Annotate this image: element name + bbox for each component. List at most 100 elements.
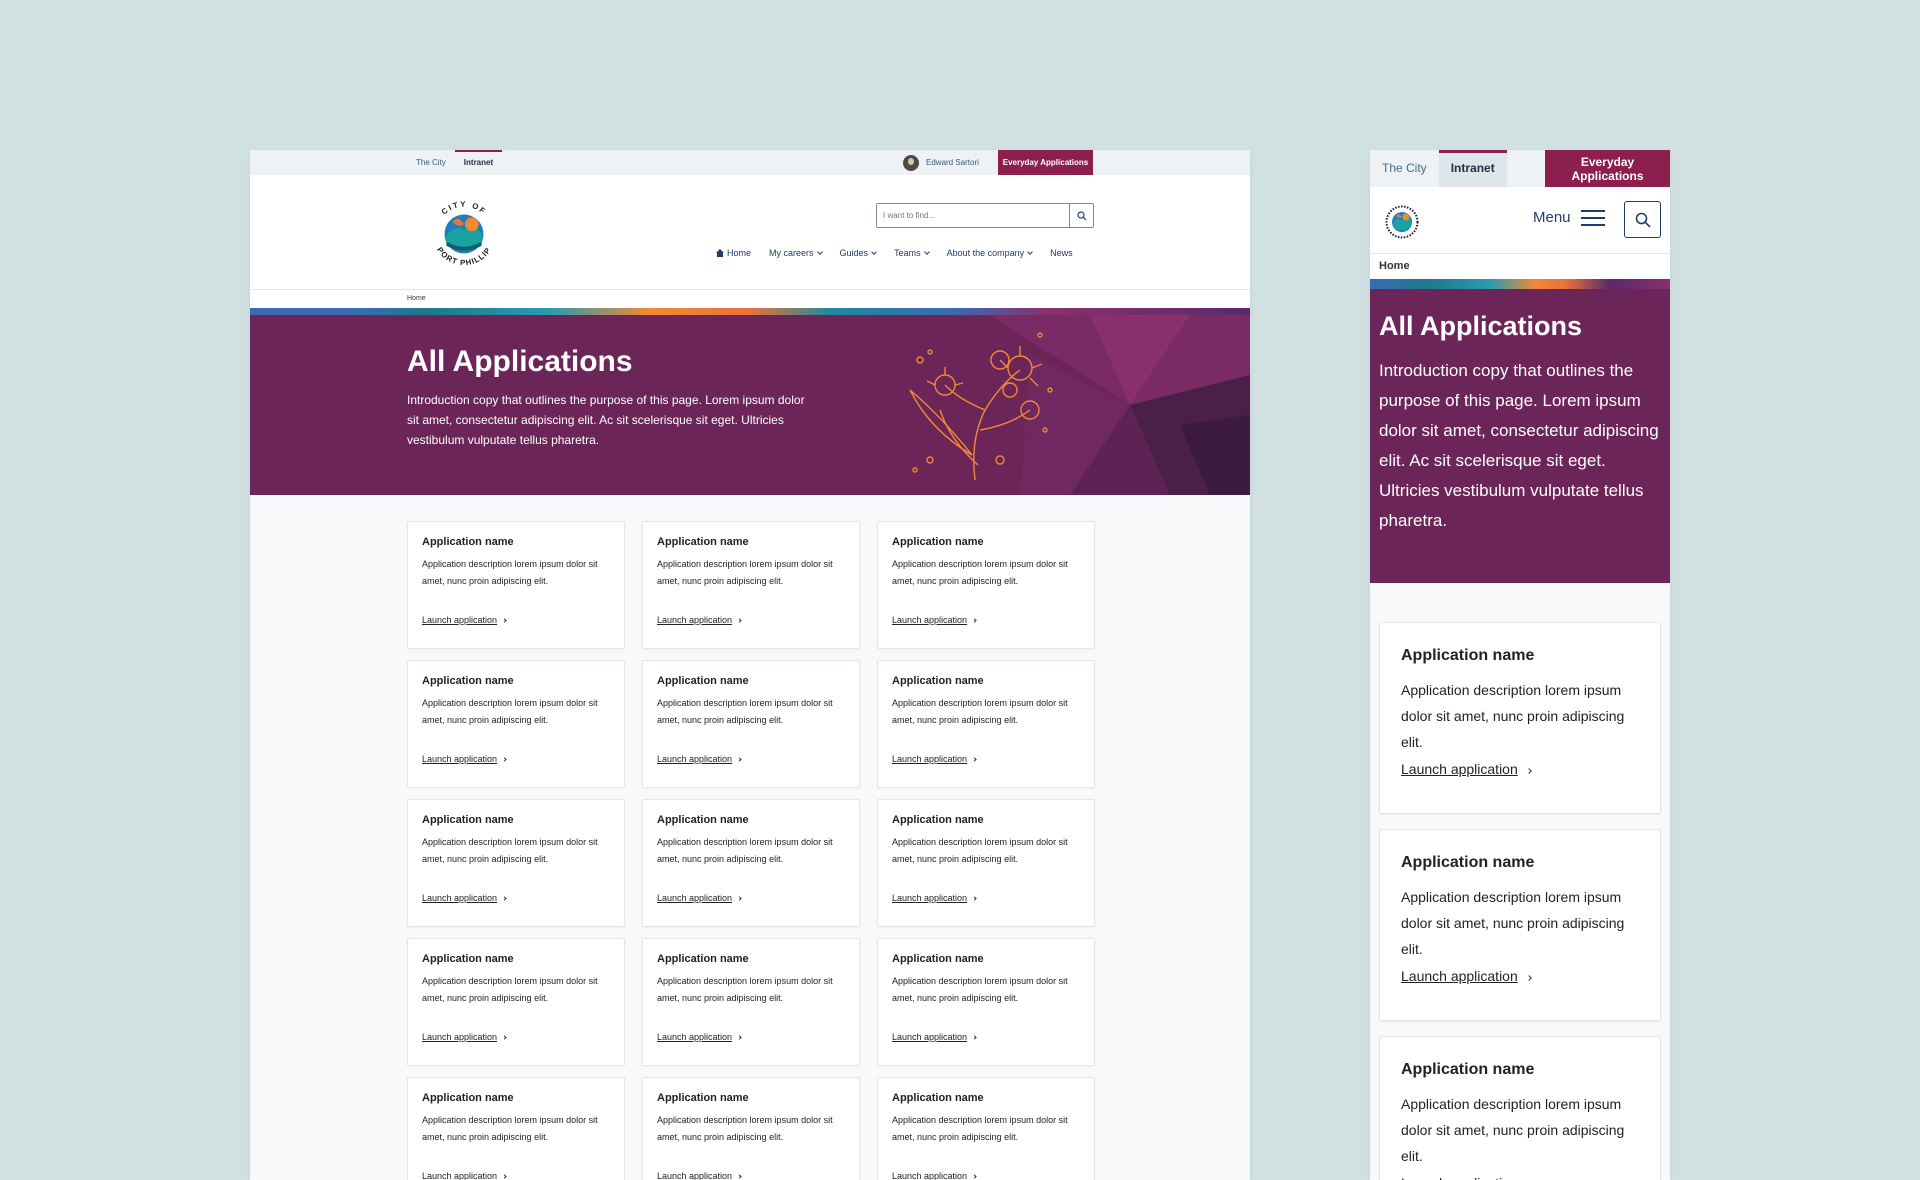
application-description: Application description lorem ipsum dolo… — [1401, 1096, 1625, 1164]
chevron-right-icon — [737, 896, 742, 901]
user-profile[interactable]: Edward Sartori — [903, 150, 979, 175]
application-card: Application name Application description … — [1379, 829, 1661, 1021]
main-nav: Home My careers Guides Teams About the c… — [716, 248, 1073, 258]
launch-application-link[interactable]: Launch application — [1401, 761, 1518, 777]
nav-guides[interactable]: Guides — [840, 248, 877, 258]
application-description: Application description lorem ipsum dolo… — [657, 837, 833, 864]
application-name: Application name — [892, 953, 984, 965]
application-name: Application name — [422, 536, 514, 548]
everyday-applications-button[interactable]: Everyday Applications — [1545, 150, 1670, 187]
launch-application-link[interactable]: Launch application — [657, 893, 732, 903]
search-input[interactable] — [877, 204, 1069, 227]
application-description: Application description lorem ipsum dolo… — [422, 976, 598, 1003]
home-icon — [716, 249, 724, 257]
application-description: Application description lorem ipsum dolo… — [892, 559, 1068, 586]
utility-bar: The City Intranet Edward Sartori Everyda… — [250, 150, 1250, 175]
application-description: Application description lorem ipsum dolo… — [892, 837, 1068, 864]
search-icon — [1635, 212, 1651, 228]
tab-intranet[interactable]: Intranet — [454, 150, 503, 175]
application-name: Application name — [657, 536, 749, 548]
launch-application-link[interactable]: Launch application — [422, 893, 497, 903]
chevron-right-icon — [737, 618, 742, 623]
application-name: Application name — [422, 814, 514, 826]
application-description: Application description lorem ipsum dolo… — [422, 559, 598, 586]
application-description: Application description lorem ipsum dolo… — [1401, 889, 1625, 957]
application-card: Application name Application description … — [877, 521, 1095, 649]
chevron-down-icon — [871, 249, 877, 255]
application-card: Application name Application description … — [407, 1077, 625, 1180]
hamburger-icon — [1580, 209, 1605, 226]
page-intro: Introduction copy that outlines the purp… — [1379, 361, 1659, 530]
application-card: Application name Application description … — [642, 521, 860, 649]
tab-intranet[interactable]: Intranet — [1438, 150, 1507, 187]
menu-button[interactable]: Menu — [1533, 209, 1605, 226]
brand-color-strip — [1370, 279, 1670, 289]
search-button[interactable] — [1624, 201, 1661, 238]
launch-application-link[interactable]: Launch application — [657, 1171, 732, 1180]
nav-home[interactable]: Home — [716, 248, 751, 258]
mobile-mockup: The City Intranet Everyday Applications … — [1370, 150, 1670, 1180]
city-of-port-phillip-logo[interactable]: CITY OF PORT PHILLIP — [425, 195, 503, 273]
application-card: Application name Application description … — [877, 938, 1095, 1066]
launch-application-link[interactable]: Launch application — [892, 615, 967, 625]
chevron-right-icon — [737, 1174, 742, 1179]
launch-application-link[interactable]: Launch application — [892, 1032, 967, 1042]
launch-application-link[interactable]: Launch application — [422, 754, 497, 764]
application-card: Application name Application description … — [407, 660, 625, 788]
launch-application-link[interactable]: Launch application — [892, 1171, 967, 1180]
application-card: Application name Application description … — [877, 799, 1095, 927]
breadcrumb-home[interactable]: Home — [407, 295, 426, 302]
breadcrumb-home[interactable]: Home — [1379, 260, 1410, 272]
application-name: Application name — [1401, 854, 1535, 871]
launch-application-link[interactable]: Launch application — [657, 754, 732, 764]
page-title: All Applications — [407, 345, 633, 378]
chevron-right-icon — [972, 618, 977, 623]
user-name: Edward Sartori — [926, 158, 979, 167]
application-name: Application name — [657, 953, 749, 965]
chevron-right-icon — [972, 896, 977, 901]
application-name: Application name — [657, 675, 749, 687]
breadcrumb: Home — [250, 290, 1250, 308]
application-name: Application name — [892, 1092, 984, 1104]
application-card: Application name Application description … — [642, 1077, 860, 1180]
launch-application-link[interactable]: Launch application — [422, 1032, 497, 1042]
application-description: Application description lorem ipsum dolo… — [1401, 682, 1625, 750]
applications-list: Application name Application description … — [1370, 583, 1670, 1180]
launch-application-link[interactable]: Launch application — [422, 1171, 497, 1180]
breadcrumb: Home — [1370, 254, 1670, 279]
application-card: Application name Application description … — [642, 799, 860, 927]
application-name: Application name — [1401, 1061, 1535, 1078]
tab-the-city[interactable]: The City — [1370, 150, 1439, 187]
nav-teams[interactable]: Teams — [894, 248, 930, 258]
chevron-right-icon — [502, 1035, 507, 1040]
chevron-right-icon — [737, 1035, 742, 1040]
search-box — [876, 203, 1094, 228]
city-of-port-phillip-logo[interactable] — [1382, 202, 1422, 242]
launch-application-link[interactable]: Launch application — [892, 754, 967, 764]
launch-application-link[interactable]: Launch application — [1401, 1175, 1518, 1180]
application-name: Application name — [892, 536, 984, 548]
page-title: All Applications — [1379, 311, 1583, 341]
application-description: Application description lorem ipsum dolo… — [422, 698, 598, 725]
site-tabs: The City Intranet — [407, 150, 503, 175]
application-description: Application description lorem ipsum dolo… — [892, 976, 1068, 1003]
mobile-utility-bar: The City Intranet Everyday Applications — [1370, 150, 1670, 187]
launch-application-link[interactable]: Launch application — [422, 615, 497, 625]
search-button[interactable] — [1069, 204, 1093, 227]
chevron-right-icon — [972, 1035, 977, 1040]
launch-application-link[interactable]: Launch application — [657, 1032, 732, 1042]
nav-news[interactable]: News — [1050, 248, 1073, 258]
launch-application-link[interactable]: Launch application — [892, 893, 967, 903]
chevron-right-icon — [1525, 975, 1532, 981]
application-card: Application name Application description … — [1379, 622, 1661, 814]
launch-application-link[interactable]: Launch application — [1401, 968, 1518, 984]
application-name: Application name — [892, 675, 984, 687]
nav-my-careers[interactable]: My careers — [769, 248, 823, 258]
application-description: Application description lorem ipsum dolo… — [892, 698, 1068, 725]
launch-application-link[interactable]: Launch application — [657, 615, 732, 625]
nav-about-the-company[interactable]: About the company — [947, 248, 1033, 258]
application-description: Application description lorem ipsum dolo… — [657, 1115, 833, 1142]
everyday-applications-button[interactable]: Everyday Applications — [998, 150, 1093, 175]
tab-the-city[interactable]: The City — [407, 150, 455, 175]
application-description: Application description lorem ipsum dolo… — [892, 1115, 1068, 1142]
